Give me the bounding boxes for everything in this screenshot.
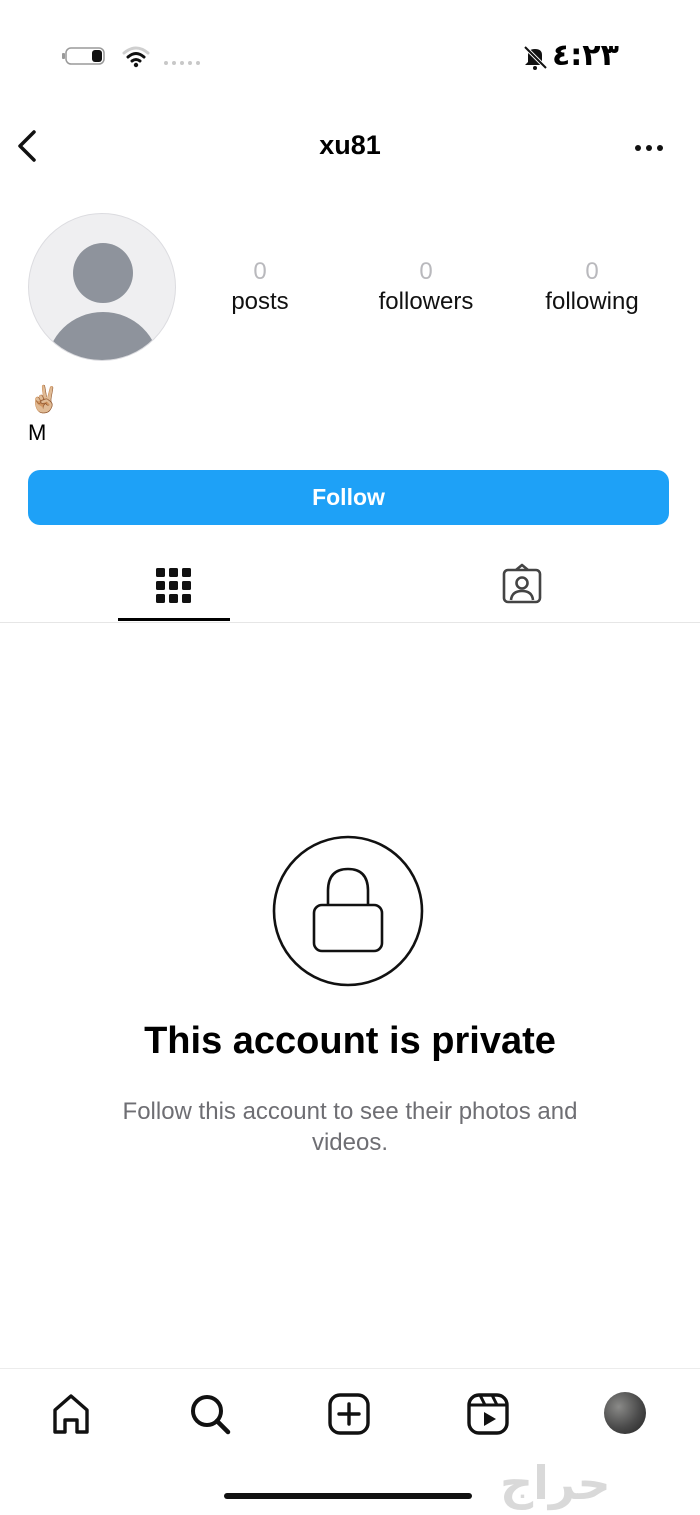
private-account-title: This account is private bbox=[144, 1020, 556, 1062]
profile-avatar[interactable] bbox=[604, 1392, 646, 1434]
stat-followers-label: followers bbox=[378, 288, 474, 315]
search-icon[interactable] bbox=[186, 1390, 234, 1438]
stat-following-count: 0 bbox=[585, 258, 599, 285]
reels-icon[interactable] bbox=[464, 1390, 512, 1438]
tab-posts-grid[interactable] bbox=[118, 548, 230, 622]
status-bar: ٤:٢٣ bbox=[0, 0, 700, 110]
stat-following[interactable]: 0 following bbox=[512, 258, 672, 318]
stat-following-label: following bbox=[545, 288, 639, 315]
follow-button[interactable]: Follow bbox=[28, 470, 669, 525]
grid-icon bbox=[156, 568, 191, 603]
home-icon[interactable] bbox=[47, 1390, 95, 1438]
bio-name: M bbox=[28, 420, 47, 445]
more-options-button[interactable] bbox=[628, 130, 672, 166]
bio-emoji: ✌🏼 bbox=[28, 384, 61, 414]
bell-off-icon bbox=[523, 45, 548, 70]
private-account-subtitle: Follow this account to see their photos … bbox=[122, 1098, 578, 1156]
bottom-nav-divider bbox=[0, 1368, 700, 1369]
more-horizontal-icon bbox=[635, 145, 663, 151]
stat-posts[interactable]: 0 posts bbox=[180, 258, 340, 318]
profile-avatar-large[interactable] bbox=[28, 213, 176, 361]
tab-tagged[interactable] bbox=[466, 548, 578, 622]
battery-icon bbox=[62, 47, 105, 65]
new-post-icon[interactable] bbox=[325, 1390, 373, 1438]
stat-posts-count: 0 bbox=[253, 258, 267, 285]
active-tab-indicator bbox=[118, 618, 230, 621]
profile-username: xu81 bbox=[319, 130, 381, 160]
stat-followers[interactable]: 0 followers bbox=[346, 258, 506, 318]
tagged-person-icon bbox=[502, 563, 542, 604]
home-indicator[interactable] bbox=[224, 1493, 472, 1499]
default-avatar-icon bbox=[47, 243, 159, 360]
stat-followers-count: 0 bbox=[419, 258, 433, 285]
tabs-divider bbox=[0, 622, 700, 623]
stat-posts-label: posts bbox=[231, 288, 289, 315]
wifi-icon bbox=[122, 46, 150, 68]
signal-dots-icon bbox=[164, 61, 200, 65]
watermark-logo: حراج bbox=[500, 1456, 613, 1510]
status-time: ٤:٢٣ bbox=[552, 38, 619, 73]
lock-icon bbox=[272, 835, 424, 987]
